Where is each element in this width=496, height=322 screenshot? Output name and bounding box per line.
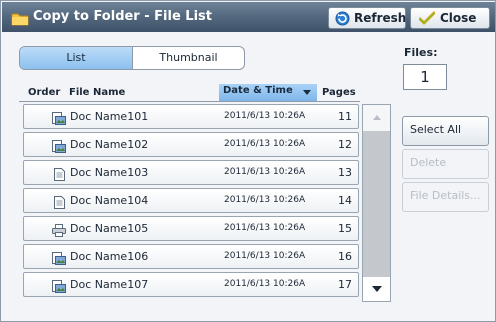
thumbnail-view-tab[interactable]: Thumbnail: [133, 47, 244, 69]
arrow-down-icon: [372, 286, 382, 292]
file-name: Doc Name102: [70, 138, 149, 151]
file-name: Doc Name106: [70, 250, 149, 263]
list-view-tab[interactable]: List: [20, 47, 132, 69]
refresh-button[interactable]: Refresh: [328, 7, 406, 29]
view-toggle: List Thumbnail: [19, 46, 245, 70]
files-label: Files:: [404, 46, 438, 59]
dialog-window: Copy to Folder - File List Refresh Close: [0, 0, 496, 322]
refresh-label: Refresh: [354, 11, 407, 25]
select-all-button[interactable]: Select All: [402, 116, 489, 146]
file-date: 2011/6/13 10:26A: [224, 111, 306, 121]
file-details-button[interactable]: File Details...: [402, 182, 489, 212]
column-header-pages[interactable]: Pages: [322, 85, 356, 101]
scrollbar[interactable]: [362, 104, 391, 302]
sort-descending-icon: [303, 90, 311, 95]
file-date: 2011/6/13 10:26A: [224, 139, 306, 149]
document-icon: [52, 194, 66, 213]
close-label: Close: [440, 11, 477, 25]
scroll-up-button[interactable]: [363, 105, 390, 131]
dialog-title: Copy to Folder - File List: [33, 9, 212, 24]
file-date: 2011/6/13 10:26A: [224, 167, 306, 177]
title-bar: Copy to Folder - File List Refresh Close: [2, 2, 495, 32]
column-header-order[interactable]: Order: [28, 85, 60, 101]
scroll-thumb[interactable]: [363, 131, 390, 277]
file-pages: 14: [338, 194, 352, 207]
file-row[interactable]: Doc Name101 2011/6/13 10:26A 11: [23, 104, 359, 129]
file-date: 2011/6/13 10:26A: [224, 195, 306, 205]
scanned-doc-icon: [52, 110, 66, 129]
file-name: Doc Name105: [70, 222, 149, 235]
folder-icon: [11, 11, 29, 30]
column-header-date-time[interactable]: Date & Time: [219, 84, 317, 101]
scanned-doc-icon: [52, 250, 66, 269]
scanned-doc-icon: [52, 278, 66, 297]
file-row[interactable]: Doc Name102 2011/6/13 10:26A 12: [23, 132, 359, 157]
header-divider: [19, 101, 360, 102]
delete-button[interactable]: Delete: [402, 149, 489, 179]
file-name: Doc Name107: [70, 278, 149, 291]
file-pages: 12: [338, 138, 352, 151]
file-row[interactable]: Doc Name105 2011/6/13 10:26A 15: [23, 216, 359, 241]
scanned-doc-icon: [52, 138, 66, 157]
file-name: Doc Name104: [70, 194, 149, 207]
arrow-up-icon: [373, 115, 381, 120]
scroll-down-button[interactable]: [363, 277, 390, 301]
checkmark-icon: [418, 11, 436, 29]
file-name: Doc Name101: [70, 110, 149, 123]
column-header-date-time-label: Date & Time: [223, 85, 293, 96]
document-icon: [52, 166, 66, 185]
printer-icon: [52, 222, 66, 241]
file-date: 2011/6/13 10:26A: [224, 251, 306, 261]
file-row[interactable]: Doc Name103 2011/6/13 10:26A 13: [23, 160, 359, 185]
file-row[interactable]: Doc Name104 2011/6/13 10:26A 14: [23, 188, 359, 213]
file-name: Doc Name103: [70, 166, 149, 179]
file-date: 2011/6/13 10:26A: [224, 279, 306, 289]
close-button[interactable]: Close: [410, 7, 490, 29]
file-pages: 13: [338, 166, 352, 179]
file-pages: 16: [338, 250, 352, 263]
file-pages: 11: [338, 110, 352, 123]
file-date: 2011/6/13 10:26A: [224, 223, 306, 233]
file-pages: 17: [338, 278, 352, 291]
file-row[interactable]: Doc Name107 2011/6/13 10:26A 17: [23, 272, 359, 297]
refresh-icon: [335, 11, 350, 29]
file-pages: 15: [338, 222, 352, 235]
column-header-file-name[interactable]: File Name: [69, 85, 125, 101]
files-count: 1: [403, 64, 447, 90]
file-row[interactable]: Doc Name106 2011/6/13 10:26A 16: [23, 244, 359, 269]
